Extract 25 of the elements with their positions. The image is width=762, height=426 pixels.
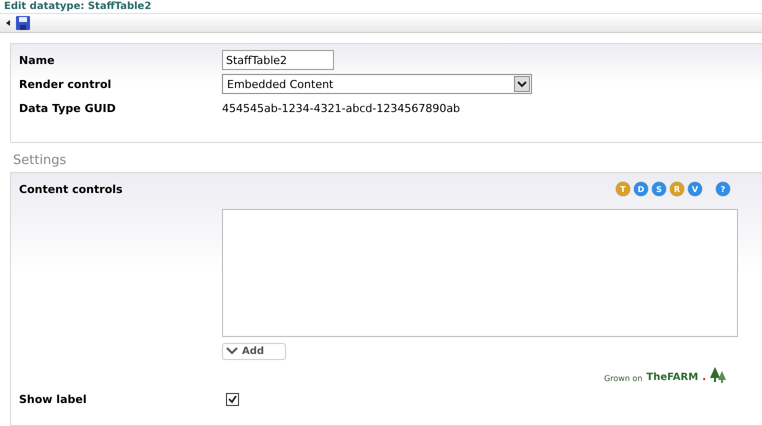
help-badge[interactable]: V	[688, 182, 702, 196]
collapse-arrow-icon[interactable]	[6, 20, 10, 26]
trees-icon	[710, 367, 726, 383]
save-icon[interactable]	[16, 16, 30, 30]
show-label-checkbox[interactable]	[226, 392, 239, 406]
field-label: Render control	[19, 78, 112, 90]
help-badge[interactable]: T	[616, 182, 630, 196]
field-label: Content controls	[19, 182, 124, 196]
field-label: Name	[19, 54, 56, 66]
help-badge[interactable]: S	[652, 182, 666, 196]
chevron-icon	[226, 347, 238, 355]
settings-heading: Settings	[12, 152, 68, 170]
field-label: Show label	[19, 392, 88, 406]
logo-caption: Grown on	[604, 374, 642, 383]
help-badge[interactable]: D	[634, 182, 648, 196]
add-button[interactable]: Add	[222, 342, 286, 360]
logo-brand: TheFARM	[646, 372, 698, 383]
render-control-dropdown[interactable]: Embedded Content	[222, 74, 532, 94]
logo-dot: .	[702, 372, 706, 383]
caret-icon	[514, 76, 530, 92]
name-field[interactable]: StaffTable2	[222, 50, 334, 70]
guid-value: 454545ab-1234-4321-abcd-1234567890ab	[222, 102, 460, 114]
help-badge[interactable]: ?	[716, 182, 730, 196]
help-badge[interactable]: R	[670, 182, 684, 196]
field-label: Data Type GUID	[19, 102, 117, 114]
